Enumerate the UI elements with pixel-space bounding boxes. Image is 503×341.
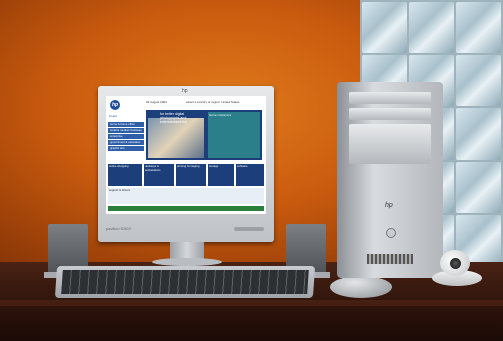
monitor-screen: hp invent 02 August 2004 select a countr… [106,96,266,214]
drive-bay[interactable] [349,108,431,120]
monitor-buttons[interactable] [234,227,264,231]
monitor-brand: hp [182,88,188,94]
hero-side-panel[interactable]: home customers [208,112,260,158]
nav-item[interactable]: government & education [108,140,144,145]
nav-item[interactable]: graphic arts [108,146,144,151]
nav-item[interactable]: small & medium business [108,128,144,133]
mid-columns: online shopping desktops & workstations … [108,164,264,186]
monitor-model: pavilion f1503 [106,226,131,231]
pc-tower: hp [337,82,443,278]
webcam-lens-icon [450,258,461,269]
power-button[interactable] [386,228,396,238]
product-photo: hp hp invent 02 August 2004 select a cou… [0,0,503,341]
tower-vent [367,254,413,264]
brand-text: invent [109,114,118,118]
nav-item[interactable]: enterprise [108,134,144,139]
desk-edge [0,300,503,306]
hero-banner[interactable]: for better digital photographs and enter… [146,110,262,160]
drive-bay[interactable] [349,92,431,104]
monitor-base [152,258,222,266]
page-date: 02 August 2004 [146,100,167,104]
footer-bar [108,206,264,211]
mid-col[interactable]: printing & imaging [176,164,206,186]
tower-logo: hp [385,202,393,209]
hp-logo: hp [110,100,120,110]
keyboard-keys[interactable] [61,270,309,294]
hero-text: for better digital photographs and enter… [160,112,188,124]
country-selector[interactable]: select a country or region: United State… [186,100,262,106]
mid-col[interactable]: storage [208,164,234,186]
nav-item[interactable]: home & home office [108,122,144,127]
mid-col[interactable]: software [236,164,264,186]
monitor: hp hp invent 02 August 2004 select a cou… [98,86,274,242]
keyboard[interactable] [54,266,316,298]
mouse[interactable] [330,276,392,298]
mid-col[interactable]: online shopping [108,164,142,186]
mid-col[interactable]: desktops & workstations [144,164,174,186]
left-nav: home & home office small & medium busine… [108,122,144,162]
front-panel [349,124,431,164]
lower-panel[interactable]: support & drivers [108,188,264,204]
hero-photo [148,118,204,158]
